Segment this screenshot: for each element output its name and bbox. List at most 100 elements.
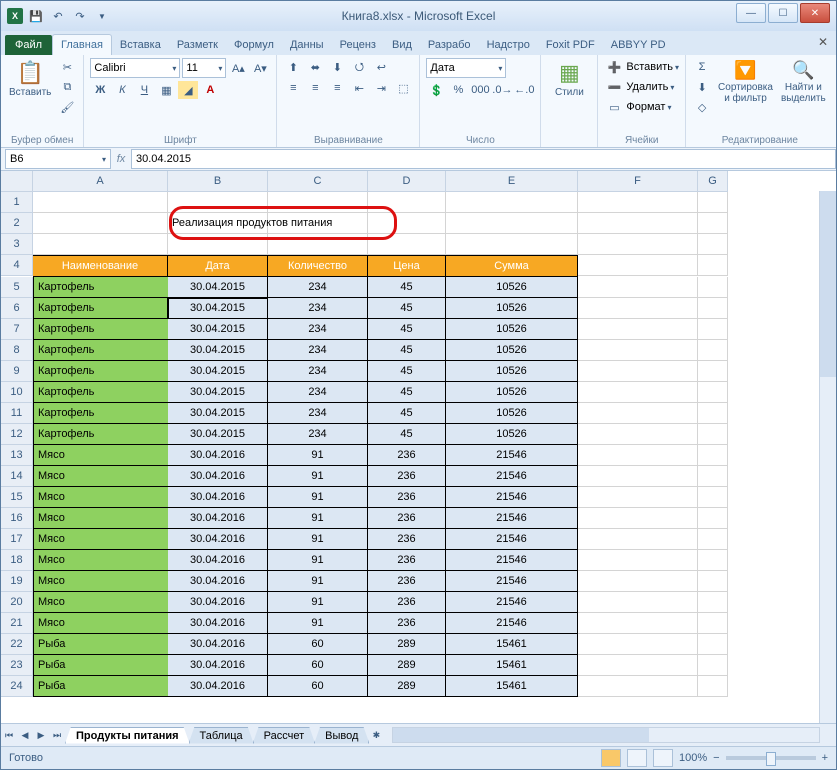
new-sheet-icon[interactable]: ✱ [368,726,384,744]
undo-icon[interactable]: ↶ [49,7,67,25]
row-header-18[interactable]: 18 [1,550,33,571]
table-cell[interactable]: 30.04.2015 [168,277,268,298]
table-cell[interactable]: 10526 [446,298,578,319]
table-cell[interactable]: 45 [368,424,446,445]
table-cell[interactable]: 10526 [446,319,578,340]
table-cell[interactable]: 10526 [446,403,578,424]
cell[interactable] [698,192,728,213]
table-header[interactable]: Сумма [446,255,578,277]
table-cell-name[interactable]: Мясо [33,466,168,487]
row-header-24[interactable]: 24 [1,676,33,697]
table-cell-name[interactable]: Рыба [33,676,168,697]
cell[interactable] [168,234,268,255]
cell[interactable] [578,487,698,508]
zoom-slider[interactable] [726,756,816,760]
clear-icon[interactable]: ◇ [692,98,712,116]
table-cell-name[interactable]: Рыба [33,634,168,655]
table-cell[interactable]: 21546 [446,550,578,571]
cell[interactable] [368,234,446,255]
maximize-button[interactable]: ☐ [768,3,798,23]
table-header[interactable]: Дата [168,255,268,277]
table-cell[interactable]: 91 [268,466,368,487]
paste-button[interactable]: 📋 Вставить [7,58,53,100]
cell[interactable] [578,466,698,487]
table-cell[interactable]: 234 [268,319,368,340]
indent-dec-icon[interactable]: ⇤ [349,79,369,97]
view-layout-icon[interactable] [627,749,647,767]
sheet-tab-3[interactable]: Вывод [314,727,369,744]
table-cell[interactable]: 91 [268,445,368,466]
spreadsheet-grid[interactable]: ABCDEFG12Реализация продуктов питания34Н… [1,171,836,723]
cell[interactable] [268,234,368,255]
cell[interactable] [578,319,698,340]
table-cell-name[interactable]: Картофель [33,361,168,382]
table-cell-name[interactable]: Картофель [33,382,168,403]
row-header-21[interactable]: 21 [1,613,33,634]
row-header-15[interactable]: 15 [1,487,33,508]
cell[interactable] [578,192,698,213]
table-cell[interactable]: 91 [268,613,368,634]
orientation-icon[interactable]: ⭯ [349,58,369,76]
minimize-button[interactable]: — [736,3,766,23]
table-cell[interactable]: 21546 [446,508,578,529]
name-box[interactable]: B6▾ [5,149,111,169]
cell[interactable] [578,571,698,592]
table-cell[interactable]: 60 [268,655,368,676]
table-cell[interactable]: 91 [268,550,368,571]
row-header-9[interactable]: 9 [1,361,33,382]
table-cell[interactable]: 236 [368,508,446,529]
cell[interactable] [33,192,168,213]
tab-dev[interactable]: Разрабо [420,35,479,55]
table-cell[interactable]: 30.04.2016 [168,466,268,487]
table-cell-name[interactable]: Мясо [33,592,168,613]
table-cell-name[interactable]: Мясо [33,571,168,592]
table-cell-name[interactable]: Мясо [33,508,168,529]
cells-insert-button[interactable]: ➕Вставить▾ [604,58,679,76]
cell[interactable] [698,361,728,382]
indent-inc-icon[interactable]: ⇥ [371,79,391,97]
table-cell[interactable]: 45 [368,319,446,340]
qat-dropdown-icon[interactable]: ▼ [93,7,111,25]
sheet-tab-1[interactable]: Таблица [189,727,254,744]
row-header-10[interactable]: 10 [1,382,33,403]
row-header-2[interactable]: 2 [1,213,33,234]
table-cell[interactable]: 234 [268,298,368,319]
table-cell[interactable]: 234 [268,424,368,445]
font-size-select[interactable]: 11▾ [182,58,226,78]
autosum-icon[interactable]: Σ [692,58,712,76]
table-cell[interactable]: 21546 [446,445,578,466]
cell[interactable] [578,634,698,655]
cell[interactable] [698,234,728,255]
workbook-close-icon[interactable]: ✕ [818,35,828,49]
cell[interactable] [578,382,698,403]
cell[interactable] [578,529,698,550]
font-color-icon[interactable]: A [200,81,220,99]
row-header-5[interactable]: 5 [1,277,33,298]
table-cell[interactable]: 236 [368,529,446,550]
cell[interactable] [33,213,168,234]
cell[interactable] [698,466,728,487]
table-cell[interactable]: 45 [368,340,446,361]
sheet-tab-0[interactable]: Продукты питания [65,727,190,744]
table-cell[interactable]: 21546 [446,613,578,634]
cell[interactable] [578,424,698,445]
italic-button[interactable]: К [112,81,132,99]
table-cell[interactable]: 234 [268,403,368,424]
cell[interactable] [698,655,728,676]
save-icon[interactable]: 💾 [27,7,45,25]
table-cell-name[interactable]: Мясо [33,613,168,634]
table-cell[interactable]: 21546 [446,592,578,613]
row-header-23[interactable]: 23 [1,655,33,676]
cell[interactable] [698,676,728,697]
table-cell[interactable]: 10526 [446,424,578,445]
close-button[interactable]: ✕ [800,3,830,23]
table-cell[interactable]: 60 [268,634,368,655]
table-header[interactable]: Цена [368,255,446,277]
cell[interactable] [578,550,698,571]
shrink-font-icon[interactable]: A▾ [250,59,270,77]
table-cell[interactable]: 30.04.2015 [168,298,268,319]
table-cell[interactable]: 45 [368,361,446,382]
horizontal-scrollbar[interactable] [392,727,820,743]
merge-icon[interactable]: ⬚ [393,79,413,97]
cell[interactable] [578,255,698,276]
